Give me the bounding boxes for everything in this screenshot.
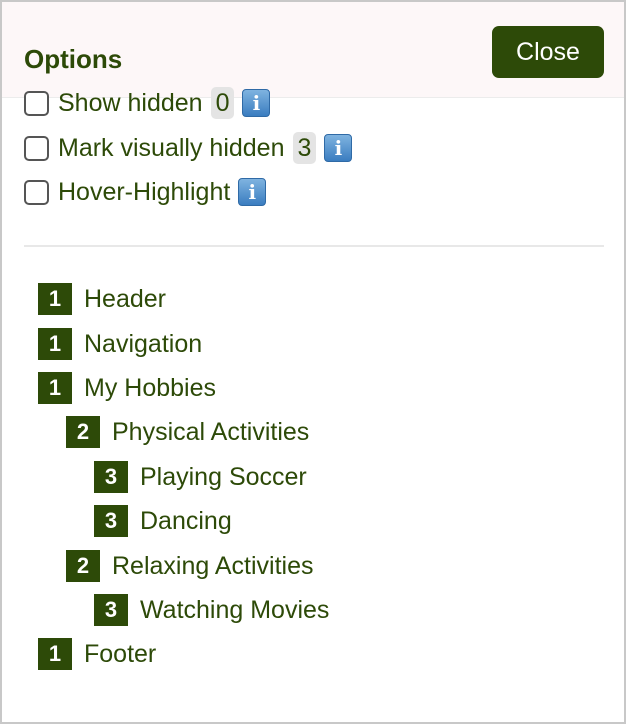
level-badge: 2 (66, 550, 100, 582)
mark-visually-hidden-checkbox[interactable] (24, 135, 49, 161)
divider (24, 245, 604, 247)
tree-item-label: Dancing (140, 506, 232, 535)
hover-highlight-checkbox[interactable] (24, 179, 49, 205)
tree-item-label: Relaxing Activities (112, 551, 314, 580)
option-label: Hover-Highlight (58, 177, 231, 206)
visually-hidden-count-badge: 3 (292, 132, 317, 164)
info-icon[interactable]: i (238, 178, 267, 206)
level-badge: 3 (94, 594, 128, 626)
tree-item-label: Header (84, 284, 166, 313)
level-badge: 1 (38, 372, 72, 404)
level-badge: 2 (66, 416, 100, 448)
tree-item[interactable]: 2 Relaxing Activities (66, 550, 313, 582)
level-badge: 3 (94, 461, 128, 493)
tree-item-label: Footer (84, 639, 157, 668)
options-panel: Options Close Show hidden 0 i Mark visua… (0, 0, 626, 724)
panel-header: Options Close (2, 2, 624, 98)
tree-item[interactable]: 1 Footer (38, 638, 156, 670)
tree-item[interactable]: 1 Navigation (38, 328, 202, 360)
level-badge: 1 (38, 638, 72, 670)
tree-item-label: My Hobbies (84, 373, 216, 402)
tree-item-label: Watching Movies (140, 595, 330, 624)
level-badge: 1 (38, 283, 72, 315)
hidden-count-badge: 0 (210, 87, 235, 119)
option-label: Show hidden (58, 88, 203, 117)
panel-title: Options (24, 44, 123, 74)
tree-item[interactable]: 2 Physical Activities (66, 416, 309, 448)
option-hover-highlight[interactable]: Hover-Highlight i (24, 175, 267, 209)
option-mark-visually-hidden[interactable]: Mark visually hidden 3 i (24, 131, 353, 165)
tree-item[interactable]: 3 Playing Soccer (94, 461, 307, 493)
option-label: Mark visually hidden (58, 133, 285, 162)
tree-item-label: Playing Soccer (140, 462, 307, 491)
level-badge: 3 (94, 505, 128, 537)
level-badge: 1 (38, 328, 72, 360)
tree-item[interactable]: 3 Watching Movies (94, 594, 329, 626)
close-button[interactable]: Close (492, 26, 604, 78)
show-hidden-checkbox[interactable] (24, 90, 49, 116)
tree-item-label: Physical Activities (112, 417, 310, 446)
info-icon[interactable]: i (242, 89, 271, 117)
tree-item[interactable]: 1 Header (38, 283, 166, 315)
tree-item[interactable]: 1 My Hobbies (38, 372, 216, 404)
option-show-hidden[interactable]: Show hidden 0 i (24, 86, 271, 120)
tree-item[interactable]: 3 Dancing (94, 505, 232, 537)
tree-item-label: Navigation (84, 329, 203, 358)
info-icon[interactable]: i (324, 134, 353, 162)
